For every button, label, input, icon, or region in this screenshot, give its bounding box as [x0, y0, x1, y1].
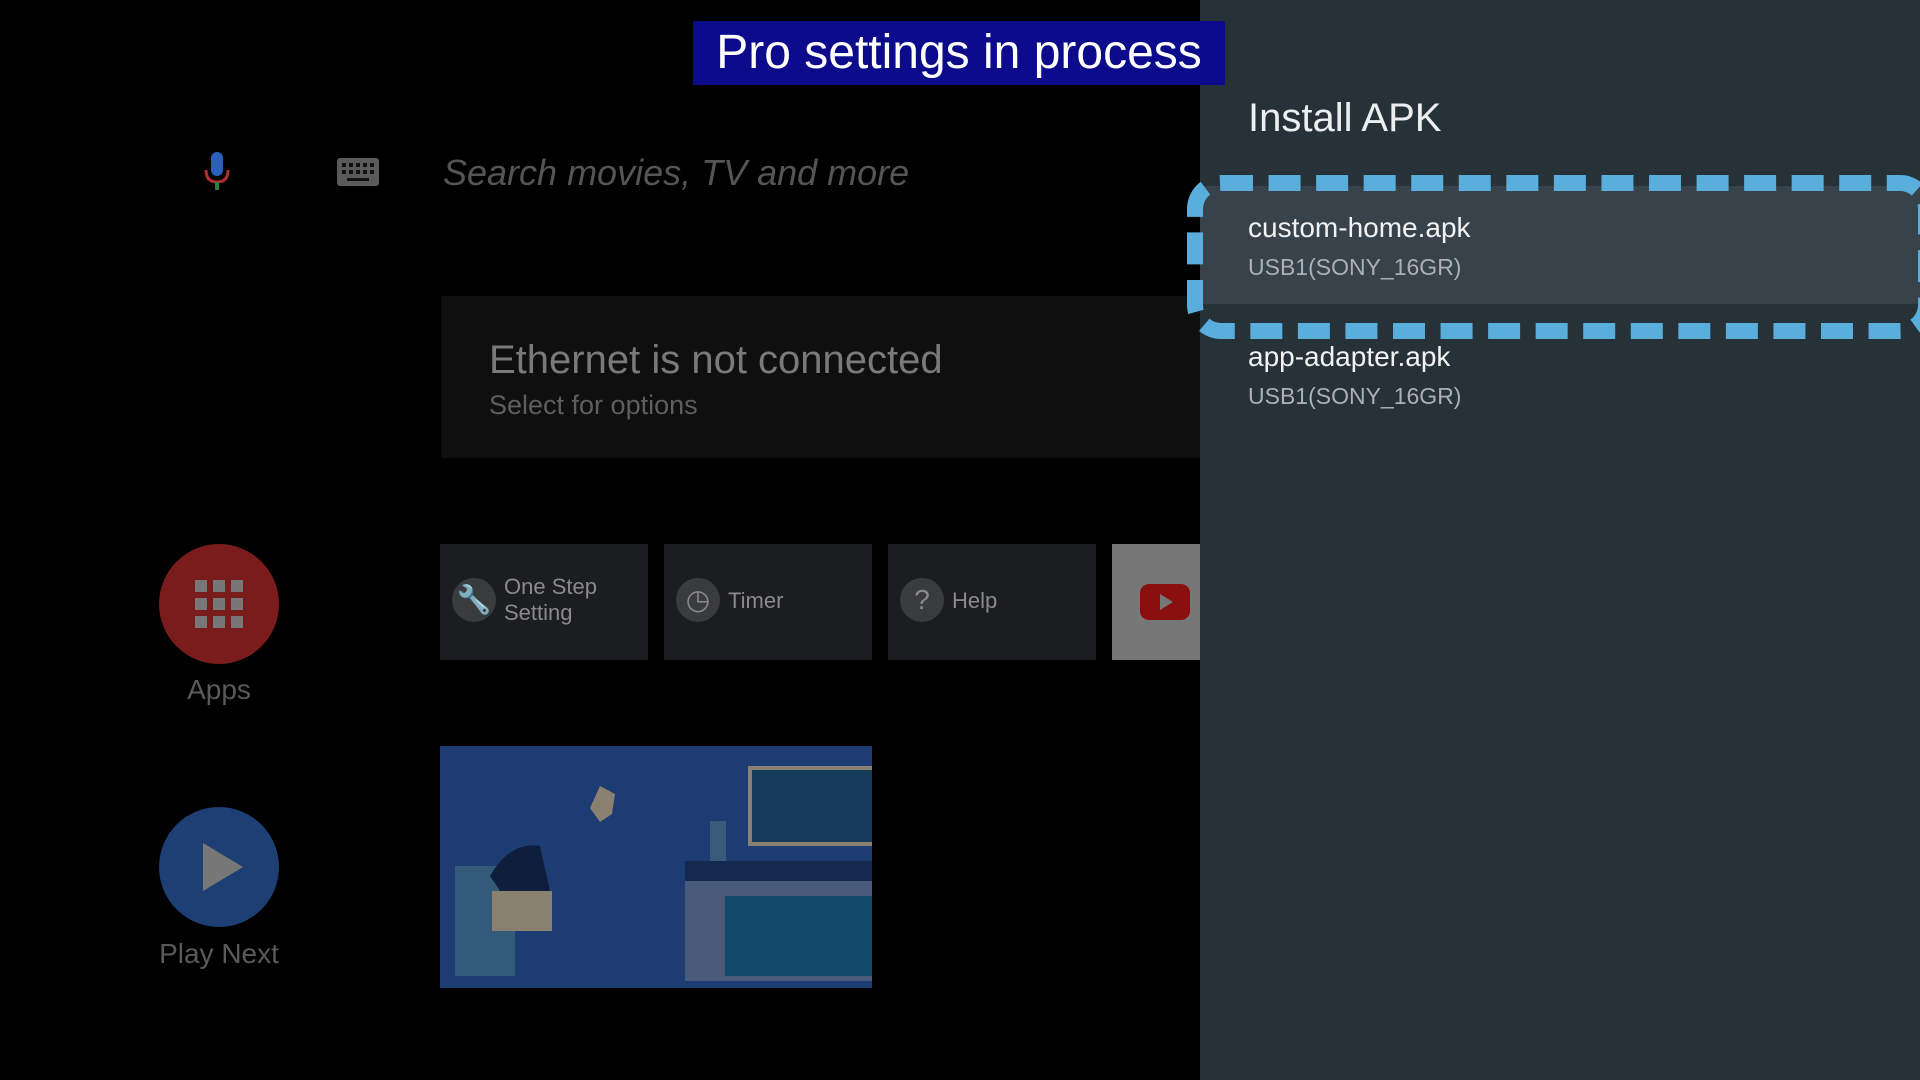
illustration-image [455, 766, 872, 981]
apk-list-item[interactable]: custom-home.apk USB1(SONY_16GR) [1200, 186, 1920, 304]
apk-name: app-adapter.apk [1248, 341, 1451, 372]
tile-one-step-setting[interactable]: 🔧 One Step Setting [440, 544, 648, 660]
panel-title: Install APK [1248, 96, 1442, 140]
apps-grid-icon [195, 580, 243, 628]
apps-button[interactable] [159, 544, 279, 664]
help-icon: ? [900, 578, 944, 622]
apk-name: custom-home.apk [1248, 212, 1471, 243]
apps-label: Apps [187, 674, 251, 705]
network-status-card[interactable]: Ethernet is not connected Select for opt… [441, 296, 1200, 458]
keyboard-icon[interactable] [337, 158, 379, 186]
play-next-button[interactable] [159, 807, 279, 927]
wrench-icon: 🔧 [452, 578, 496, 622]
youtube-icon [1140, 584, 1190, 620]
search-input[interactable]: Search movies, TV and more [443, 152, 909, 194]
network-status-subtitle: Select for options [489, 390, 698, 420]
featured-card[interactable] [440, 746, 872, 988]
apk-source: USB1(SONY_16GR) [1248, 254, 1462, 280]
network-status-title: Ethernet is not connected [489, 338, 943, 382]
play-icon [203, 843, 243, 891]
apk-list-item[interactable]: app-adapter.apk USB1(SONY_16GR) [1200, 315, 1920, 433]
timer-icon: ◷ [676, 578, 720, 622]
tile-timer[interactable]: ◷ Timer [664, 544, 872, 660]
tile-youtube[interactable] [1112, 544, 1200, 660]
mic-icon[interactable] [202, 150, 232, 194]
play-next-label: Play Next [159, 938, 279, 969]
tile-help[interactable]: ? Help [888, 544, 1096, 660]
status-banner: Pro settings in process [693, 21, 1225, 85]
apk-source: USB1(SONY_16GR) [1248, 383, 1462, 409]
install-apk-panel: Install APK custom-home.apk USB1(SONY_16… [1200, 0, 1920, 1080]
